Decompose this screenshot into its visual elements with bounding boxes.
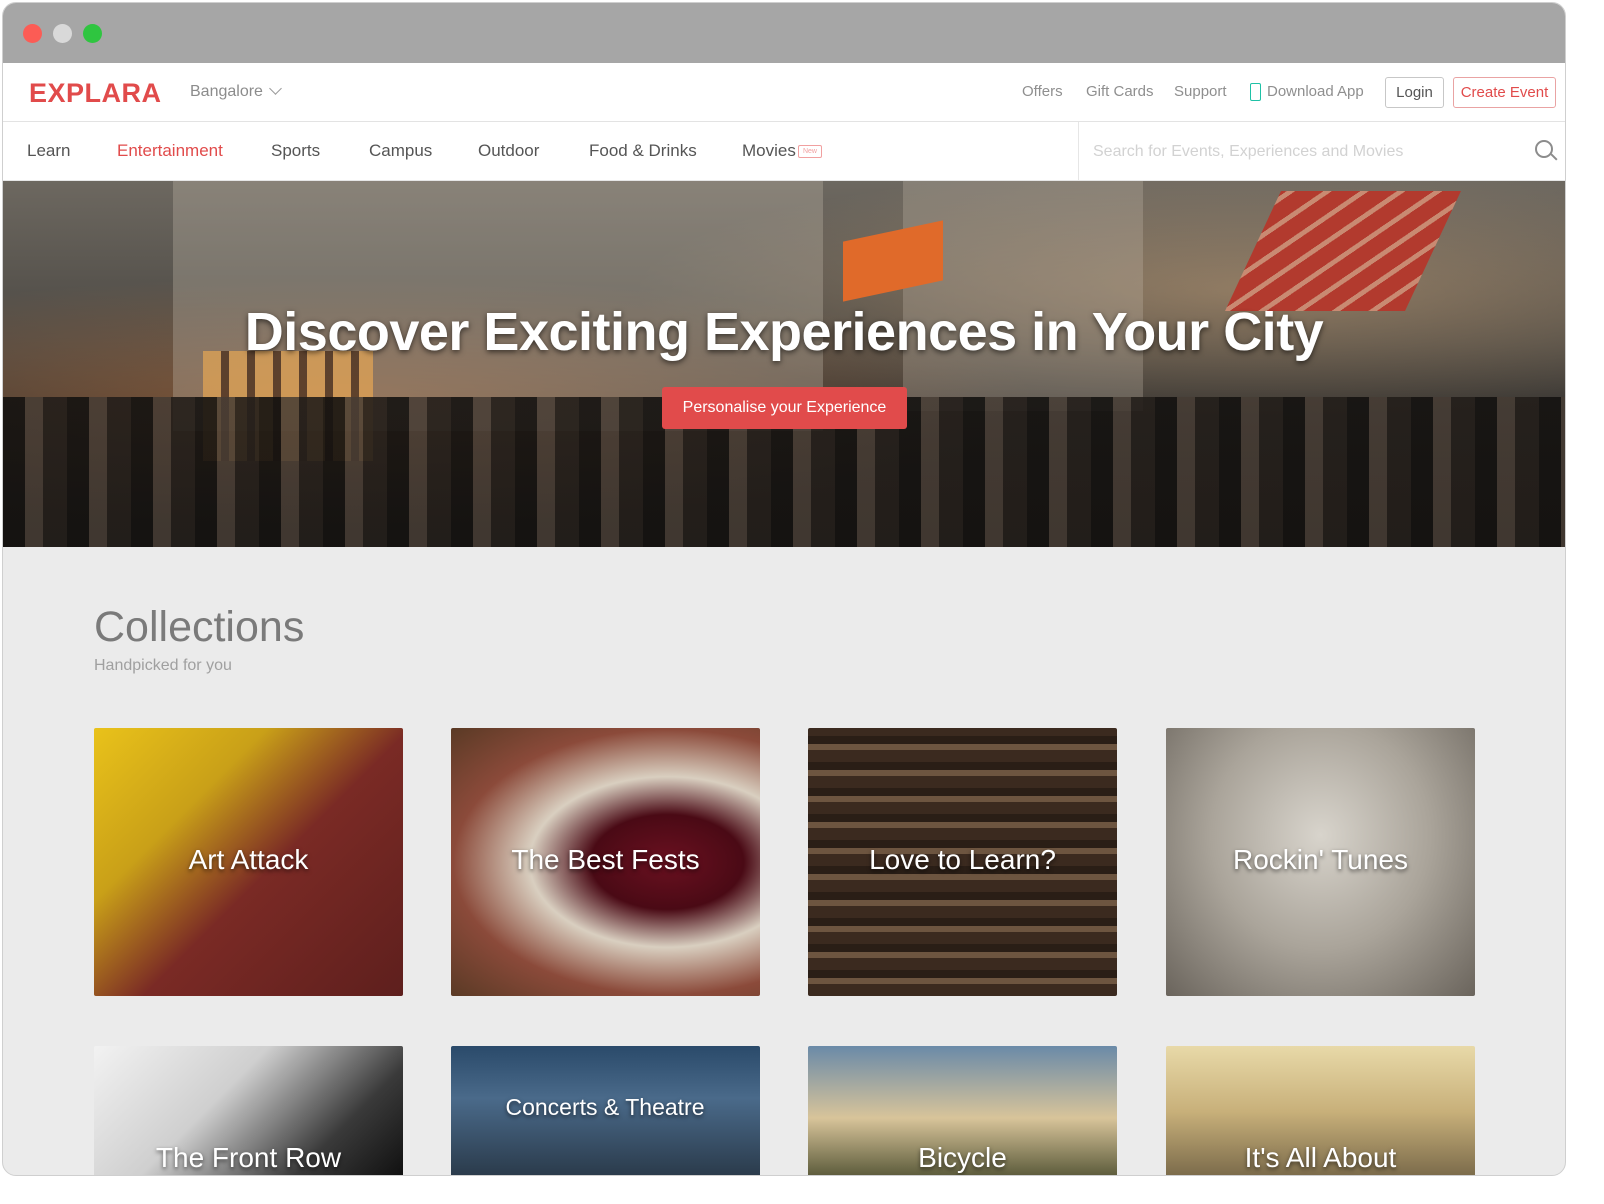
collection-card[interactable]: Rockin' Tunes — [1166, 728, 1475, 996]
nav-item-learn[interactable]: Learn — [27, 141, 70, 161]
collection-card[interactable]: Art Attack — [94, 728, 403, 996]
collection-card-label: Concerts & Theatre — [505, 1094, 705, 1120]
minimize-window-button[interactable] — [53, 24, 72, 43]
hero-title: Discover Exciting Experiences in Your Ci… — [244, 302, 1324, 362]
browser-window: EXPLARA Bangalore Offers Gift Cards Supp… — [2, 2, 1566, 1176]
collection-card[interactable]: It's All About — [1166, 1046, 1475, 1175]
nav-item-sports[interactable]: Sports — [271, 141, 320, 161]
close-window-button[interactable] — [23, 24, 42, 43]
chevron-down-icon — [269, 82, 282, 95]
collection-card-label: It's All About — [1244, 1142, 1397, 1173]
hero-banner: Discover Exciting Experiences in Your Ci… — [3, 181, 1565, 547]
city-label: Bangalore — [190, 83, 263, 100]
collection-card[interactable]: Love to Learn? — [808, 728, 1117, 996]
search-box — [1078, 122, 1565, 180]
nav-item-entertainment[interactable]: Entertainment — [117, 141, 223, 161]
nav-item-food-drinks[interactable]: Food & Drinks — [589, 141, 697, 161]
create-event-button[interactable]: Create Event — [1453, 77, 1556, 108]
collections-title: Collections — [94, 603, 305, 651]
search-input[interactable] — [1091, 137, 1515, 167]
collection-card-label: Love to Learn? — [869, 844, 1056, 875]
collection-card-label: Bicycle — [918, 1142, 1007, 1173]
collections-section: Collections Handpicked for you Art Attac… — [3, 547, 1565, 1175]
new-badge: New — [798, 145, 822, 158]
login-button[interactable]: Login — [1385, 77, 1444, 108]
mobile-phone-icon — [1250, 83, 1261, 101]
collection-card[interactable]: Bicycle — [808, 1046, 1117, 1175]
collection-card-label: The Best Fests — [511, 844, 700, 875]
collection-card-label: The Front Row — [155, 1142, 342, 1173]
download-app-link[interactable]: Download App — [1267, 83, 1364, 100]
nav-item-movies[interactable]: Movies — [742, 141, 796, 161]
collection-card-label: Rockin' Tunes — [1233, 844, 1408, 875]
offers-link[interactable]: Offers — [1022, 83, 1063, 100]
gift-cards-link[interactable]: Gift Cards — [1086, 83, 1154, 100]
collection-card[interactable]: Concerts & Theatre — [451, 1046, 760, 1175]
category-nav: Learn Entertainment Sports Campus Outdoo… — [3, 122, 1565, 181]
search-icon[interactable] — [1535, 140, 1553, 158]
window-titlebar — [3, 3, 1565, 63]
collection-card[interactable]: The Best Fests — [451, 728, 760, 996]
personalise-button[interactable]: Personalise your Experience — [662, 387, 907, 429]
hero-awning — [1225, 191, 1461, 311]
support-link[interactable]: Support — [1174, 83, 1227, 100]
explara-logo[interactable]: EXPLARA — [29, 78, 162, 109]
collection-card[interactable]: The Front Row — [94, 1046, 403, 1175]
city-selector[interactable]: Bangalore — [190, 82, 282, 101]
hero-building — [903, 181, 1143, 411]
collections-subtitle: Handpicked for you — [94, 657, 232, 674]
top-header: EXPLARA Bangalore Offers Gift Cards Supp… — [3, 63, 1565, 122]
nav-item-outdoor[interactable]: Outdoor — [478, 141, 539, 161]
nav-item-campus[interactable]: Campus — [369, 141, 432, 161]
zoom-window-button[interactable] — [83, 24, 102, 43]
collection-card-label: Art Attack — [188, 844, 309, 875]
